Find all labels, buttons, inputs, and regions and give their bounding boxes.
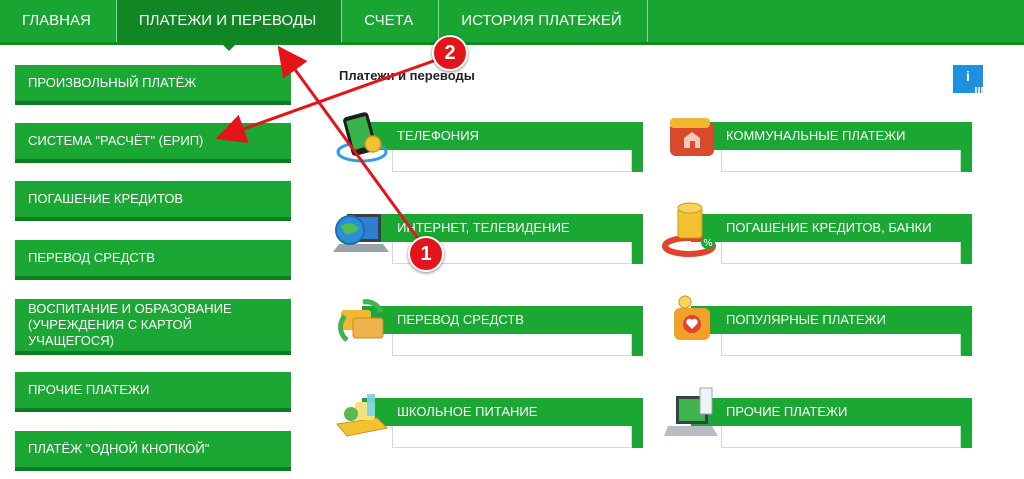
wallet-house-icon xyxy=(670,118,714,156)
sidebar-item-label: СИСТЕМА "РАСЧЁТ" (ЕРИП) xyxy=(28,133,204,148)
tile-label: ТЕЛЕФОНИЯ xyxy=(362,122,643,150)
sidebar-item-other-payments[interactable]: ПРОЧИЕ ПЛАТЕЖИ xyxy=(15,372,291,412)
tile-label: ПЕРЕВОД СРЕДСТВ xyxy=(362,306,643,334)
tile-loans-banks[interactable]: ПОГАШЕНИЕ КРЕДИТОВ, БАНКИ % xyxy=(662,202,972,269)
sidebar-item-one-click-payment[interactable]: ПЛАТЁЖ "ОДНОЙ КНОПКОЙ" xyxy=(15,431,291,471)
tile-label: ПОГАШЕНИЕ КРЕДИТОВ, БАНКИ xyxy=(691,214,972,242)
tile-popular-payments[interactable]: ПОПУЛЯРНЫЕ ПЛАТЕЖИ xyxy=(662,295,972,361)
tab-main[interactable]: ГЛАВНАЯ xyxy=(0,0,117,42)
sidebar-item-education[interactable]: ВОСПИТАНИЕ И ОБРАЗОВАНИЕ (УЧРЕЖДЕНИЯ С К… xyxy=(15,299,291,355)
top-navigation: ГЛАВНАЯ ПЛАТЕЖИ И ПЕРЕВОДЫ СЧЕТА ИСТОРИЯ… xyxy=(0,0,1024,51)
phone-icon xyxy=(336,112,388,163)
sidebar-item-erip[interactable]: СИСТЕМА "РАСЧЁТ" (ЕРИП) xyxy=(15,123,291,163)
sidebar-item-funds-transfer[interactable]: ПЕРЕВОД СРЕДСТВ xyxy=(15,240,291,280)
tab-accounts[interactable]: СЧЕТА xyxy=(342,0,440,42)
heart-wallet-icon xyxy=(674,295,710,340)
school-meal-icon xyxy=(336,394,389,437)
sidebar-item-arbitrary-payment[interactable]: ПРОИЗВОЛЬНЫЙ ПЛАТЁЖ xyxy=(15,65,291,105)
sidebar-item-label: ПЛАТЁЖ "ОДНОЙ КНОПКОЙ" xyxy=(28,441,210,456)
coins-lifebuoy-icon: % xyxy=(662,202,716,257)
tile-label: ШКОЛЬНОЕ ПИТАНИЕ xyxy=(362,398,643,426)
svg-text:%: % xyxy=(703,238,713,249)
tile-label: КОММУНАЛЬНЫЕ ПЛАТЕЖИ xyxy=(691,122,972,150)
info-icon: i xyxy=(966,68,970,84)
sidebar-item-label: ПРОИЗВОЛЬНЫЙ ПЛАТЁЖ xyxy=(28,75,197,90)
tile-label: ИНТЕРНЕТ, ТЕЛЕВИДЕНИЕ xyxy=(362,214,643,242)
sidebar-item-label: ПОГАШЕНИЕ КРЕДИТОВ xyxy=(28,191,184,206)
tile-label: ПОПУЛЯРНЫЕ ПЛАТЕЖИ xyxy=(691,306,972,334)
tab-payments-transfers[interactable]: ПЛАТЕЖИ И ПЕРЕВОДЫ xyxy=(116,0,343,51)
sidebar-item-loan-repayment[interactable]: ПОГАШЕНИЕ КРЕДИТОВ xyxy=(15,181,291,221)
tile-internet-tv[interactable]: ИНТЕРНЕТ, ТЕЛЕВИДЕНИЕ xyxy=(333,214,643,269)
tile-telephony[interactable]: ТЕЛЕФОНИЯ xyxy=(333,112,643,177)
globe-laptop-icon xyxy=(333,214,389,252)
tile-label: ПРОЧИЕ ПЛАТЕЖИ xyxy=(691,398,972,426)
info-button[interactable]: i xyxy=(953,65,983,93)
transfer-cards-icon xyxy=(338,299,384,343)
annotation-badge-1: 1 xyxy=(408,236,444,272)
annotation-badge-2: 2 xyxy=(432,35,468,71)
laptop-receipt-icon xyxy=(664,387,718,436)
sidebar-item-label: ПЕРЕВОД СРЕДСТВ xyxy=(28,250,155,265)
sidebar-item-label: ВОСПИТАНИЕ И ОБРАЗОВАНИЕ (УЧРЕЖДЕНИЯ С К… xyxy=(28,301,232,348)
tile-school-meals[interactable]: ШКОЛЬНОЕ ПИТАНИЕ xyxy=(333,394,643,453)
tab-payment-history[interactable]: ИСТОРИЯ ПЛАТЕЖЕЙ xyxy=(439,0,648,42)
tile-other-payments[interactable]: ПРОЧИЕ ПЛАТЕЖИ xyxy=(662,387,972,453)
sidebar-item-label: ПРОЧИЕ ПЛАТЕЖИ xyxy=(28,382,150,397)
tile-funds-transfer[interactable]: ПЕРЕВОД СРЕДСТВ xyxy=(333,299,643,361)
tile-utilities[interactable]: КОММУНАЛЬНЫЕ ПЛАТЕЖИ xyxy=(662,118,972,177)
